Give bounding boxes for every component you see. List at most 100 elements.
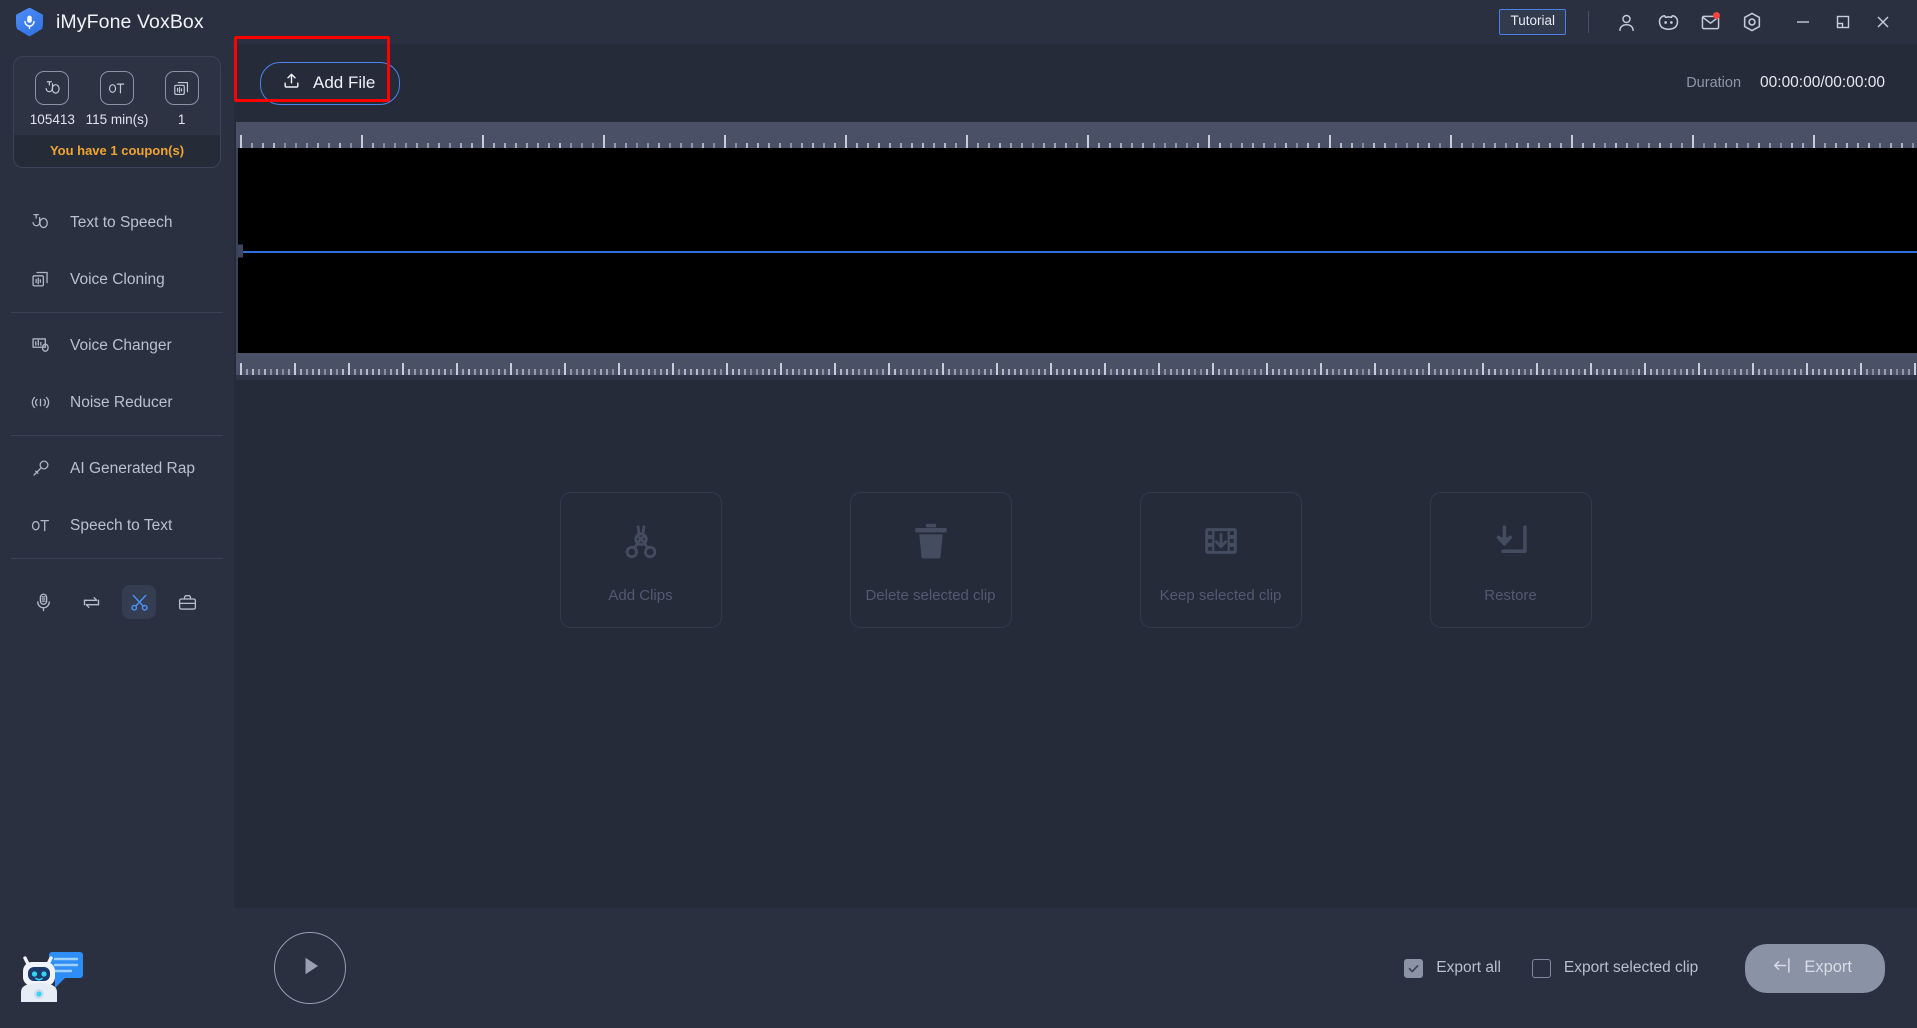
titlebar-separator	[1588, 11, 1589, 33]
credit-value: 115 min(s)	[86, 112, 149, 127]
sidebar-item-speech-to-text[interactable]: Speech to Text	[0, 497, 234, 554]
voxbox-logo-icon	[16, 8, 43, 37]
settings-icon[interactable]	[1731, 5, 1773, 39]
export-button-label: Export	[1804, 958, 1852, 977]
checkbox-box	[1404, 959, 1423, 978]
clip-actions-zone: Add Clips Delete selected clip Keep sele…	[234, 380, 1917, 908]
credits-row: 105413 115 min(s) 1	[14, 57, 220, 135]
app-title: iMyFone VoxBox	[56, 11, 204, 34]
sidebar-divider	[11, 435, 223, 436]
clip-action-label: Add Clips	[608, 587, 672, 604]
timeline-area	[234, 122, 1917, 380]
voxbox-window: iMyFone VoxBox Tutorial 105413 115 min(s…	[0, 0, 1917, 1028]
discord-icon[interactable]	[1647, 5, 1689, 39]
duration-label: Duration	[1686, 75, 1741, 91]
app-body: 105413 115 min(s) 1 You have 1 coupon(s)…	[0, 44, 1917, 1028]
export-all-checkbox[interactable]: Export all	[1404, 959, 1501, 978]
window-controls	[1783, 5, 1903, 39]
add-file-button[interactable]: Add File	[260, 62, 400, 105]
converter-icon[interactable]	[74, 585, 108, 619]
waveform-canvas[interactable]	[236, 148, 1917, 353]
export-selected-label: Export selected clip	[1564, 959, 1698, 977]
coupon-banner[interactable]: You have 1 coupon(s)	[14, 135, 220, 167]
add-file-label: Add File	[313, 73, 375, 93]
trash-icon	[909, 517, 953, 565]
sidebar-item-label: Noise Reducer	[70, 394, 173, 412]
sidebar-item-label: Voice Cloning	[70, 271, 165, 289]
restore-icon	[1489, 517, 1533, 565]
chatbot-assistant-icon[interactable]	[7, 936, 91, 1020]
clip-action-label: Restore	[1484, 587, 1537, 604]
restore-button[interactable]: Restore	[1430, 492, 1592, 628]
speech-to-text-icon	[100, 71, 134, 105]
keep-selected-clip-button[interactable]: Keep selected clip	[1140, 492, 1302, 628]
ruler-ticks	[236, 353, 1917, 375]
sidebar-item-label: AI Generated Rap	[70, 460, 195, 478]
sidebar: 105413 115 min(s) 1 You have 1 coupon(s)…	[0, 44, 234, 1028]
title-bar: iMyFone VoxBox Tutorial	[0, 0, 1917, 44]
export-controls: Export all Export selected clip Export	[1404, 944, 1885, 993]
duration-value: 00:00:00/00:00:00	[1760, 74, 1885, 92]
export-icon	[1771, 955, 1792, 981]
sidebar-divider	[11, 558, 223, 559]
toolbox-icon[interactable]	[170, 585, 204, 619]
export-all-label: Export all	[1436, 959, 1501, 977]
credit-voice-cloning[interactable]: 1	[150, 71, 214, 127]
credit-value: 105413	[30, 112, 75, 127]
credit-value: 1	[178, 112, 186, 127]
mail-notification-dot	[1713, 12, 1720, 19]
clip-action-label: Keep selected clip	[1160, 587, 1282, 604]
minimize-button[interactable]	[1783, 5, 1823, 39]
timeline-ruler-bottom[interactable]	[236, 353, 1917, 375]
credit-text-to-speech[interactable]: 105413	[20, 71, 84, 127]
waveform-center-line	[238, 251, 1917, 254]
sidebar-item-voice-cloning[interactable]: Voice Cloning	[0, 251, 234, 308]
ruler-ticks	[236, 122, 1917, 148]
sidebar-item-label: Text to Speech	[70, 214, 173, 232]
credits-card: 105413 115 min(s) 1 You have 1 coupon(s)	[13, 56, 221, 168]
checkbox-box	[1532, 959, 1551, 978]
speech-to-text-icon	[29, 515, 51, 537]
mail-icon[interactable]	[1689, 5, 1731, 39]
bottom-bar: Export all Export selected clip Export	[234, 908, 1917, 1028]
cutter-icon[interactable]	[122, 585, 156, 619]
voice-changer-icon	[29, 335, 51, 357]
scissors-x-icon	[619, 517, 663, 565]
upload-icon	[282, 71, 301, 95]
play-button[interactable]	[274, 932, 346, 1004]
text-to-speech-icon	[29, 212, 51, 234]
add-file-wrap: Add File	[260, 62, 400, 105]
export-button[interactable]: Export	[1745, 944, 1885, 993]
sidebar-tool-row	[0, 563, 234, 619]
export-selected-clip-checkbox[interactable]: Export selected clip	[1532, 959, 1698, 978]
sidebar-item-voice-changer[interactable]: Voice Changer	[0, 317, 234, 374]
sidebar-item-ai-generated-rap[interactable]: AI Generated Rap	[0, 440, 234, 497]
sidebar-item-label: Speech to Text	[70, 517, 172, 535]
maximize-button[interactable]	[1823, 5, 1863, 39]
recorder-icon[interactable]	[26, 585, 60, 619]
waveform-start-handle[interactable]	[238, 244, 243, 257]
text-to-speech-icon	[35, 71, 69, 105]
play-icon	[295, 951, 325, 986]
sidebar-divider	[11, 312, 223, 313]
film-down-icon	[1199, 517, 1243, 565]
timeline-ruler-top[interactable]	[236, 122, 1917, 148]
sidebar-item-text-to-speech[interactable]: Text to Speech	[0, 194, 234, 251]
duration-display: Duration 00:00:00/00:00:00	[1686, 74, 1885, 92]
ai-generated-rap-icon	[29, 458, 51, 480]
sidebar-nav: Text to Speech Voice Cloning Voice Chang…	[0, 194, 234, 619]
app-brand: iMyFone VoxBox	[16, 8, 204, 37]
close-button[interactable]	[1863, 5, 1903, 39]
sidebar-item-label: Voice Changer	[70, 337, 172, 355]
clip-action-label: Delete selected clip	[865, 587, 995, 604]
account-icon[interactable]	[1605, 5, 1647, 39]
delete-selected-clip-button[interactable]: Delete selected clip	[850, 492, 1012, 628]
noise-reducer-icon	[29, 392, 51, 414]
voice-cloning-icon	[165, 71, 199, 105]
title-bar-controls: Tutorial	[1499, 5, 1903, 39]
main-panel: Add File Duration 00:00:00/00:00:00 Add …	[234, 44, 1917, 1028]
credit-speech-to-text[interactable]: 115 min(s)	[85, 71, 149, 127]
tutorial-button[interactable]: Tutorial	[1499, 9, 1566, 35]
sidebar-item-noise-reducer[interactable]: Noise Reducer	[0, 374, 234, 431]
add-clips-button[interactable]: Add Clips	[560, 492, 722, 628]
